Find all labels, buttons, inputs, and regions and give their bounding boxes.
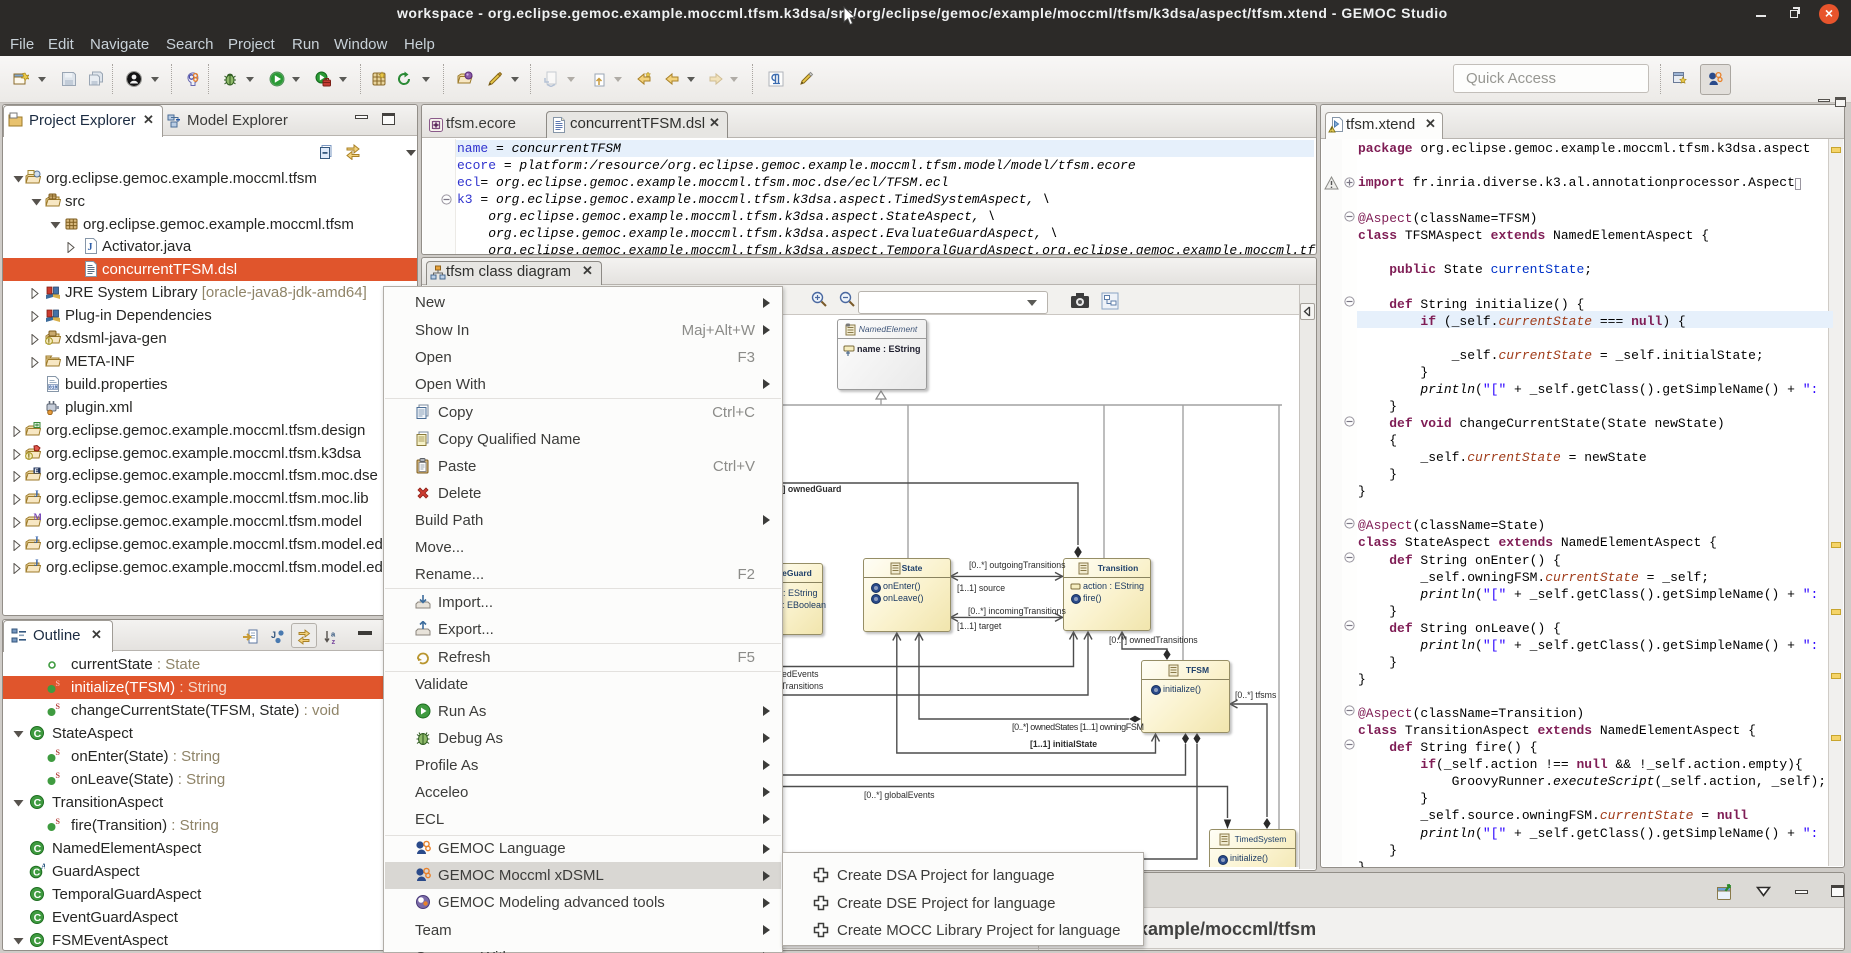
svg-text:J: J bbox=[34, 559, 39, 568]
svg-text:J: J bbox=[34, 490, 39, 499]
svg-text:S: S bbox=[56, 749, 61, 757]
svg-text:M: M bbox=[34, 513, 42, 522]
svg-text:S: S bbox=[56, 772, 61, 780]
svg-text:J: J bbox=[271, 630, 276, 640]
svg-text:z: z bbox=[332, 637, 336, 645]
svg-text:C: C bbox=[34, 935, 42, 947]
svg-text:S: S bbox=[56, 703, 61, 711]
svg-text:C: C bbox=[34, 797, 42, 809]
svg-text:C: C bbox=[34, 912, 42, 924]
svg-text:A: A bbox=[41, 863, 45, 871]
svg-text:S: S bbox=[56, 680, 61, 688]
svg-text:010: 010 bbox=[49, 385, 58, 391]
svg-text:J: J bbox=[34, 536, 39, 545]
svg-text:E: E bbox=[35, 469, 39, 475]
svg-text:C: C bbox=[34, 843, 42, 855]
svg-text:J: J bbox=[88, 242, 93, 253]
svg-text:!: ! bbox=[48, 337, 51, 346]
svg-text:C: C bbox=[34, 889, 42, 901]
svg-text:!: ! bbox=[28, 452, 31, 461]
svg-text:C: C bbox=[33, 868, 40, 879]
svg-text:S: S bbox=[56, 818, 61, 826]
svg-text:C: C bbox=[34, 728, 42, 740]
